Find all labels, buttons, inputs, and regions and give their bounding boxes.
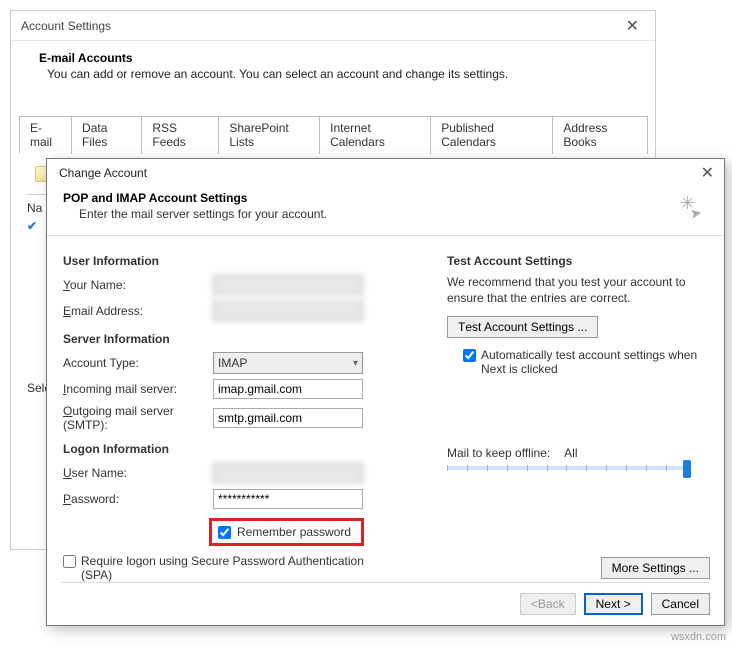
account-type-value: IMAP [218,356,247,370]
dialog-header: POP and IMAP Account Settings Enter the … [47,187,724,236]
test-account-settings-header: Test Account Settings [447,254,708,268]
account-type-label: Account Type: [63,356,213,370]
email-input[interactable] [213,301,363,321]
right-column: Test Account Settings We recommend that … [447,250,708,582]
mail-offline-value: All [564,446,577,460]
more-settings-button[interactable]: More Settings ... [601,557,710,579]
spa-label: Require logon using Secure Password Auth… [81,554,364,582]
outgoing-server-label: Outgoing mail server (SMTP): [63,404,213,432]
auto-test-label: Automatically test account settings when… [481,348,708,376]
chevron-down-icon: ▾ [353,358,358,369]
pop-imap-heading: POP and IMAP Account Settings [63,191,708,205]
check-icon: ✔ [27,219,37,233]
tab-internet-calendars[interactable]: Internet Calendars [319,116,431,154]
remember-password-label: Remember password [237,525,351,539]
slider-thumb[interactable] [683,460,691,478]
tab-rss-feeds[interactable]: RSS Feeds [141,116,219,154]
username-label: User Name: [63,466,213,480]
tab-address-books[interactable]: Address Books [552,116,648,154]
account-settings-tabs: E-mail Data Files RSS Feeds SharePoint L… [19,115,647,154]
next-button[interactable]: Next > [584,593,643,615]
incoming-server-label: Incoming mail server: [63,382,213,396]
logon-information-header: Logon Information [63,442,423,456]
user-information-header: User Information [63,254,423,268]
password-row: Password: [63,488,423,510]
click-cursor-icon [680,193,706,223]
tab-published-calendars[interactable]: Published Calendars [430,116,553,154]
tab-data-files[interactable]: Data Files [71,116,142,154]
auto-test-checkbox[interactable] [463,349,476,362]
tab-email[interactable]: E-mail [19,116,72,154]
mail-offline-row: Mail to keep offline: All [447,446,708,460]
account-type-select: IMAP ▾ [213,352,363,374]
mail-offline-slider[interactable] [447,466,687,470]
username-row: User Name: [63,462,423,484]
change-account-titlebar: Change Account ✕ [47,159,724,187]
change-account-dialog: Change Account ✕ POP and IMAP Account Se… [46,158,725,626]
your-name-row: YYour Name:our Name: [63,274,423,296]
auto-test-row: Automatically test account settings when… [447,348,708,376]
email-row: Email Address: [63,300,423,322]
outgoing-server-input[interactable] [213,408,363,428]
your-name-label: YYour Name:our Name: [63,278,213,292]
watermark: wsxdn.com [671,631,726,643]
test-account-button[interactable]: Test Account Settings ... [447,316,598,338]
change-account-close-icon[interactable]: ✕ [695,161,720,185]
password-input[interactable] [213,489,363,509]
dialog-buttons: < Back Next > Cancel [61,582,710,615]
username-input[interactable] [213,463,363,483]
test-account-desc: We recommend that you test your account … [447,274,708,306]
more-settings-row: More Settings ... [601,557,710,579]
spa-row: Require logon using Secure Password Auth… [63,554,423,582]
account-type-row: Account Type: IMAP ▾ [63,352,423,374]
password-label: Password: [63,492,213,506]
spa-checkbox[interactable] [63,555,76,568]
tab-sharepoint-lists[interactable]: SharePoint Lists [218,116,320,154]
mail-offline-label: Mail to keep offline: [447,446,550,460]
server-information-header: Server Information [63,332,423,346]
account-settings-title: Account Settings [21,19,111,33]
email-label: Email Address: [63,304,213,318]
account-settings-header: E-mail Accounts You can add or remove an… [11,41,655,97]
account-settings-close-icon[interactable]: ✕ [620,14,645,38]
back-button: < Back [520,593,576,615]
incoming-server-row: Incoming mail server: [63,378,423,400]
email-accounts-heading: E-mail Accounts [39,51,637,65]
email-accounts-sub: You can add or remove an account. You ca… [39,67,637,81]
incoming-server-input[interactable] [213,379,363,399]
account-settings-titlebar: Account Settings ✕ [11,11,655,41]
pop-imap-sub: Enter the mail server settings for your … [63,207,708,221]
name-column-header: Na [27,201,42,215]
remember-password-checkbox[interactable] [218,526,231,539]
left-column: User Information YYour Name:our Name: Em… [63,250,423,582]
remember-password-highlight: Remember password [209,518,364,546]
change-account-title: Change Account [59,166,147,180]
outgoing-server-row: Outgoing mail server (SMTP): [63,404,423,432]
dialog-body: User Information YYour Name:our Name: Em… [47,236,724,588]
your-name-input[interactable] [213,275,363,295]
cancel-button[interactable]: Cancel [651,593,710,615]
